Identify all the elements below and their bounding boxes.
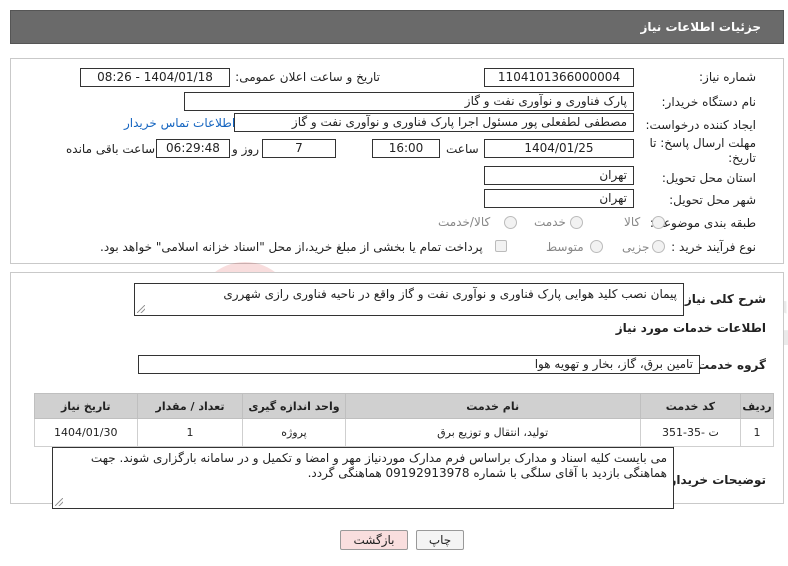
col-code-header: کد خدمت [639,393,742,419]
row-number-cell: 1 [740,418,774,447]
unit-cell: پروژه [242,418,346,447]
page-header: جزئیات اطلاعات نیاز [10,10,784,44]
buyer-notes-text: می بایست کلیه اسناد و مدارک براساس فرم م… [90,451,667,480]
time-remaining-label: ساعت باقی مانده [66,142,156,156]
city-field: تهران [484,189,634,208]
service-code-cell: ت -35-351 [639,418,742,447]
buyer-notes-field: می بایست کلیه اسناد و مدارک براساس فرم م… [52,447,674,509]
process-medium-radio[interactable] [590,240,603,253]
service-name-cell: تولید، انتقال و توزیع برق [344,418,641,447]
buyer-name-label: نام دستگاه خریدار: [661,95,757,109]
category-label: طبقه بندی موضوعی: [649,216,756,230]
col-row-header: ردیف [740,393,774,419]
services-table-header: ردیف کد خدمت نام خدمت واحد اندازه گیری ت… [34,393,774,419]
need-summary-text: پیمان نصب کلید هوایی پارک فناوری و نوآور… [223,287,677,301]
print-button[interactable]: چاپ [416,530,464,550]
category-goods-service-radio[interactable] [504,216,517,229]
quantity-cell: 1 [136,418,244,447]
need-summary-label: شرح کلی نیاز: [680,292,766,306]
services-table: ردیف کد خدمت نام خدمت واحد اندازه گیری ت… [34,393,774,447]
table-row: 1 ت -35-351 تولید، انتقال و توزیع برق پر… [34,418,774,447]
category-goods-service-label: کالا/خدمت [438,215,491,229]
page-title: جزئیات اطلاعات نیاز [640,20,761,34]
service-group-label: گروه خدمت: [692,358,766,372]
need-number-label: شماره نیاز: [699,70,756,84]
col-date-header: تاریخ نیاز [34,393,138,419]
need-date-cell: 1404/01/30 [34,418,138,447]
service-group-field: تامین برق، گاز، بخار و تهویه هوا [138,355,700,374]
col-qty-header: تعداد / مقدار [136,393,244,419]
province-label: استان محل تحویل: [661,171,756,185]
province-field: تهران [484,166,634,185]
back-button[interactable]: بازگشت [340,530,408,550]
deadline-time-label: ساعت [446,142,479,156]
deadline-time-field: 16:00 [372,139,440,158]
creator-label: ایجاد کننده درخواست: [645,118,756,132]
creator-field: مصطفی لطفعلی پور مسئول اجرا پارک فناوری … [234,113,634,132]
days-remaining-field: 7 [262,139,336,158]
buyer-notes-label: توضیحات خریدار: [664,473,766,487]
process-type-label: نوع فرآیند خرید : [671,240,756,254]
buyer-contact-link[interactable]: اطلاعات تماس خریدار [124,116,235,130]
days-label: روز و [232,142,259,156]
services-section-title: اطلاعات خدمات مورد نیاز [615,321,766,335]
deadline-label: مهلت ارسال پاسخ: تا تاریخ: [649,136,756,165]
col-unit-header: واحد اندازه گیری [242,393,346,419]
resize-grip-icon[interactable] [55,498,63,506]
process-minor-radio[interactable] [652,240,665,253]
resize-grip-icon[interactable] [137,305,145,313]
category-service-label: خدمت [534,215,566,229]
category-goods-label: کالا [624,215,641,229]
need-summary-field: پیمان نصب کلید هوایی پارک فناوری و نوآور… [134,283,684,316]
city-label: شهر محل تحویل: [669,193,756,207]
category-goods-radio[interactable] [652,216,665,229]
col-name-header: نام خدمت [344,393,641,419]
treasury-payment-note: پرداخت تمام یا بخشی از مبلغ خرید،از محل … [100,240,483,254]
need-number-field: 1104101366000004 [484,68,634,87]
process-medium-label: متوسط [546,240,584,254]
time-remaining-field: 06:29:48 [156,139,230,158]
category-service-radio[interactable] [570,216,583,229]
announce-datetime-field: 1404/01/18 - 08:26 [80,68,230,87]
buyer-name-field: پارک فناوری و نوآوری نفت و گاز [184,92,634,111]
process-minor-label: جزیی [622,240,650,254]
announce-datetime-label: تاریخ و ساعت اعلان عمومی: [235,70,380,84]
deadline-date-field: 1404/01/25 [484,139,634,158]
treasury-payment-checkbox[interactable] [495,240,507,252]
